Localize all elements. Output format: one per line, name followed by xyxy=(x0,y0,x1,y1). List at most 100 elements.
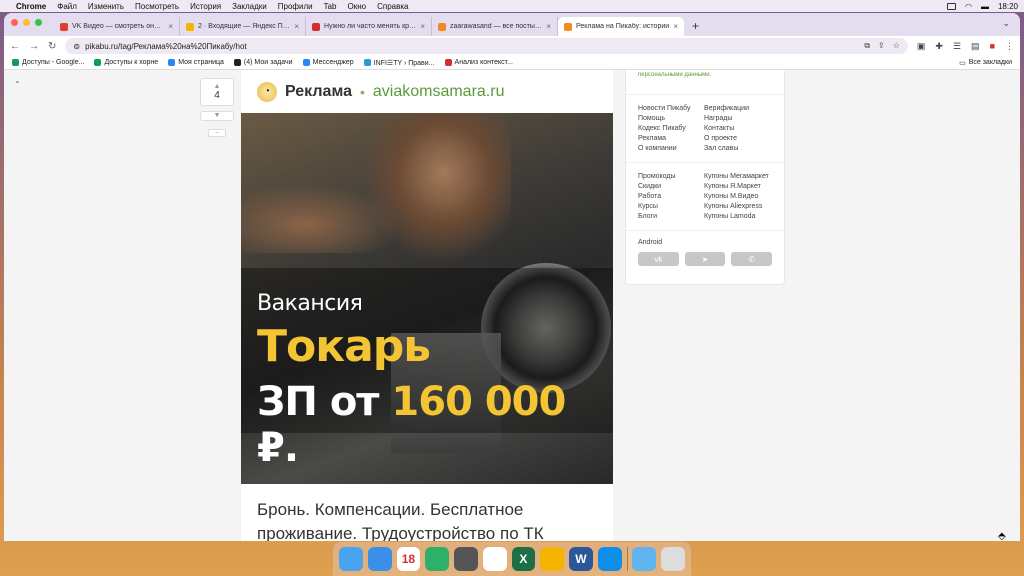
footer-link[interactable]: Курсы xyxy=(638,203,704,210)
macos-dock: 18 X W xyxy=(333,542,691,576)
menu-history[interactable]: История xyxy=(190,2,221,11)
bookmark-item[interactable]: INFI☰TY › Прави... xyxy=(363,59,435,67)
tab-3[interactable]: zaarawasarid — все посты пол × xyxy=(432,17,558,36)
screen-icon[interactable] xyxy=(454,547,478,571)
chevron-down-icon[interactable]: ⌄ xyxy=(1002,18,1010,29)
puzzle-icon[interactable]: ✚ xyxy=(935,41,943,52)
close-icon[interactable]: × xyxy=(673,22,678,31)
chrome-icon[interactable] xyxy=(540,547,564,571)
clock-time[interactable]: 18:20 xyxy=(998,2,1018,11)
bookmark-item[interactable]: Мессенджер xyxy=(302,59,354,66)
yandex-icon[interactable] xyxy=(482,547,507,571)
collapse-button[interactable]: – xyxy=(208,129,226,137)
url-text[interactable]: pikabu.ru/tag/Реклама%20на%20Пикабу/hot xyxy=(85,42,247,51)
consent-link[interactable]: персональными данными. xyxy=(626,70,784,94)
flag-icon[interactable]: ▬ xyxy=(981,2,989,11)
tab-0[interactable]: VK Видео — смотреть онлайн × xyxy=(54,17,180,36)
scroll-up-icon[interactable]: ⌃ xyxy=(14,80,21,89)
bookmark-item[interactable]: Анализ контекст... xyxy=(444,59,513,66)
all-bookmarks-button[interactable]: ▭ Все закладки xyxy=(959,59,1012,67)
profile-icon[interactable]: ■ xyxy=(990,41,995,52)
menu-app-name[interactable]: Chrome xyxy=(16,2,46,11)
bookmark-item[interactable]: Моя страница xyxy=(168,59,224,66)
telegram-button[interactable]: ➤ xyxy=(684,252,726,266)
menu-dots-icon[interactable]: ⋮ xyxy=(1005,41,1014,52)
forward-icon[interactable]: → xyxy=(29,41,39,52)
bookmark-favicon-icon xyxy=(94,59,102,66)
menu-view[interactable]: Посмотреть xyxy=(135,2,179,11)
address-bar[interactable]: ⊜ pikabu.ru/tag/Реклама%20на%20Пикабу/ho… xyxy=(65,38,908,54)
word-icon[interactable]: W xyxy=(569,547,593,571)
tab-2[interactable]: Нужно ли часто менять кредит × xyxy=(306,17,432,36)
translate-icon[interactable]: ⧉ xyxy=(864,41,870,51)
downvote-icon[interactable]: ▼ xyxy=(200,111,234,121)
excel-icon[interactable]: X xyxy=(511,547,536,571)
minimize-window-button[interactable] xyxy=(23,19,30,26)
footer-link[interactable]: Верификации xyxy=(704,105,772,112)
footer-link[interactable]: Контакты xyxy=(704,125,772,132)
menu-edit[interactable]: Изменить xyxy=(88,2,124,11)
site-info-icon[interactable]: ⊜ xyxy=(73,42,80,51)
vk-button[interactable]: vk xyxy=(638,252,679,266)
close-window-button[interactable] xyxy=(11,19,18,26)
folder-icon[interactable] xyxy=(632,547,657,571)
footer-link[interactable]: О компании xyxy=(638,145,704,152)
back-icon[interactable]: ← xyxy=(10,41,20,52)
share-icon[interactable]: ⇪ xyxy=(878,41,885,51)
trash-icon[interactable] xyxy=(661,547,685,571)
safari-icon[interactable] xyxy=(367,547,392,571)
footer-link[interactable]: Кодекс Пикабу xyxy=(638,125,704,132)
footer-link[interactable]: Зал славы xyxy=(704,145,772,152)
footer-link[interactable]: Купоны Aliexpress xyxy=(704,203,772,210)
sidepanel-icon[interactable]: ▤ xyxy=(971,41,980,52)
close-icon[interactable]: × xyxy=(168,22,173,31)
footer-link[interactable]: Купоны Lamoda xyxy=(704,213,772,220)
footer-link[interactable]: Скидки xyxy=(638,183,704,190)
ad-logo-icon[interactable]: ◔ xyxy=(257,81,277,102)
keychain-icon[interactable] xyxy=(425,547,449,571)
tab-1[interactable]: 2 · Входящие — Яндекс Почта × xyxy=(180,17,306,36)
bookmark-item[interactable]: Доступы - Google... xyxy=(12,59,84,66)
viber-button[interactable]: ✆ xyxy=(731,252,773,266)
wifi-icon[interactable]: ◠ xyxy=(965,2,972,11)
footer-link[interactable]: Купоны Мегамаркет xyxy=(704,173,772,180)
extension-icon[interactable]: ▣ xyxy=(917,41,926,52)
footer-link[interactable]: Промокоды xyxy=(638,173,704,180)
footer-link[interactable]: Помощь xyxy=(638,115,704,122)
tab-4[interactable]: Реклама на Пикабу: истории × xyxy=(558,17,684,36)
footer-link[interactable]: Купоны М.Видео xyxy=(704,193,772,200)
footer-link[interactable]: Реклама xyxy=(638,135,704,142)
display-icon[interactable] xyxy=(946,2,956,10)
zoom-window-button[interactable] xyxy=(35,19,42,26)
bookmark-star-icon[interactable]: ☆ xyxy=(893,41,900,51)
menu-bookmarks[interactable]: Закладки xyxy=(232,2,267,11)
post-category[interactable]: Реклама xyxy=(285,83,352,101)
menu-tab[interactable]: Tab xyxy=(324,2,337,11)
teamviewer-icon[interactable] xyxy=(597,547,622,571)
new-tab-button[interactable]: + xyxy=(692,19,699,33)
upvote-icon[interactable]: ▲ xyxy=(214,83,221,90)
close-icon[interactable]: × xyxy=(294,22,299,31)
android-link[interactable]: Android xyxy=(626,231,784,252)
footer-link[interactable]: Работа xyxy=(638,193,704,200)
close-icon[interactable]: × xyxy=(546,22,551,31)
footer-link[interactable]: Блоги xyxy=(638,213,704,220)
menu-help[interactable]: Справка xyxy=(377,2,408,11)
menu-window[interactable]: Окно xyxy=(348,2,367,11)
footer-link[interactable]: Купоны Я.Маркет xyxy=(704,183,772,190)
calendar-icon[interactable]: 18 xyxy=(396,547,421,571)
bookmark-item[interactable]: Доступы к хорне xyxy=(94,59,158,66)
bookmark-item[interactable]: (4) Мои задачи xyxy=(233,59,293,66)
footer-link[interactable]: Награды xyxy=(704,115,772,122)
sidebar-links-secondary: Промокоды Купоны Мегамаркет Скидки Купоны Я… xyxy=(626,163,784,230)
finder-icon[interactable] xyxy=(339,547,363,571)
menu-file[interactable]: Файл xyxy=(57,2,77,11)
ad-banner-image[interactable]: Вакансия Токарь ЗП от 160 000 ₽. xyxy=(241,113,613,484)
footer-link[interactable]: О проекте xyxy=(704,135,772,142)
advertiser-link[interactable]: aviakomsamara.ru xyxy=(373,83,505,101)
menu-profiles[interactable]: Профили xyxy=(278,2,313,11)
close-icon[interactable]: × xyxy=(420,22,425,31)
reading-list-icon[interactable]: ☰ xyxy=(953,41,961,52)
footer-link[interactable]: Новости Пикабу xyxy=(638,105,704,112)
reload-icon[interactable]: ↻ xyxy=(48,41,56,52)
